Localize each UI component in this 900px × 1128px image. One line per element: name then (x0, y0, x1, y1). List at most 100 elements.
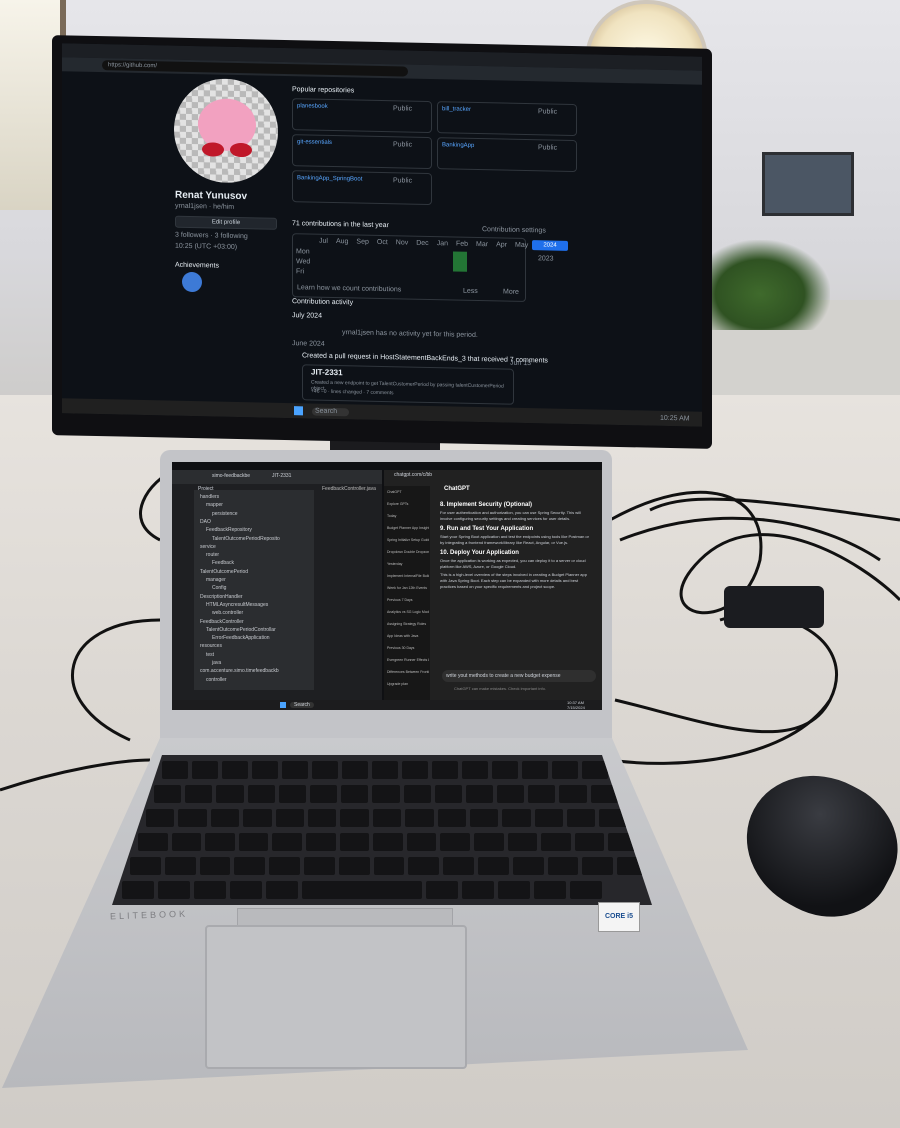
project-tree-item[interactable]: ErrorFeedbackApplication (212, 635, 270, 641)
chat-sidebar-item[interactable]: Previous 7 Days (387, 598, 429, 602)
keyboard-key[interactable] (502, 809, 531, 827)
keyboard-key[interactable] (194, 881, 226, 899)
project-tree-item[interactable]: controller (206, 677, 227, 683)
project-tree-item[interactable]: Config (212, 585, 226, 591)
ide-branch[interactable]: JIT-2331 (272, 473, 291, 479)
keyboard-key[interactable] (282, 761, 308, 779)
keyboard-key[interactable] (234, 857, 266, 875)
chat-url[interactable]: chatgpt.com/c/bb (394, 472, 432, 478)
keyboard-key[interactable] (154, 785, 182, 803)
project-tree-item[interactable]: FeedbackRepository (206, 527, 252, 533)
keyboard-key[interactable] (266, 881, 298, 899)
keyboard-key[interactable] (210, 809, 240, 827)
keyboard-key[interactable] (443, 857, 474, 875)
chat-sidebar-item[interactable]: Analytics vs SG Logic Models (387, 610, 429, 614)
keyboard-key[interactable] (534, 881, 566, 899)
keyboard-key[interactable] (534, 809, 564, 827)
editor-tab[interactable]: FeedbackController.java (322, 486, 376, 492)
keyboard-key[interactable] (138, 833, 168, 851)
keyboard-key[interactable] (312, 761, 338, 779)
project-tree[interactable]: handlers mapper persistence DAO FeedbackRepo… (194, 490, 314, 690)
keyboard-key[interactable] (278, 785, 306, 803)
keyboard-key[interactable] (192, 761, 218, 779)
keyboard-key[interactable] (185, 785, 213, 803)
chat-title[interactable]: ChatGPT (444, 486, 470, 492)
laptop-keyboard[interactable] (112, 755, 652, 905)
keyboard-key[interactable] (373, 857, 405, 875)
project-tree-item[interactable]: resources (200, 643, 222, 649)
keyboard-key[interactable] (437, 809, 466, 827)
keyboard-key[interactable] (272, 833, 302, 851)
chat-sidebar-item[interactable]: Previous 30 Days (387, 646, 429, 650)
keyboard-key[interactable] (302, 881, 422, 899)
windows-start-icon[interactable] (280, 702, 286, 708)
chat-sidebar-item[interactable]: Yesterday (387, 562, 429, 566)
chat-sidebar[interactable]: ChatGPT Explore GPTs Today Budget Planner A… (384, 486, 430, 700)
project-tree-item[interactable]: DescriptionHandler (200, 594, 243, 600)
keyboard-key[interactable] (199, 857, 231, 875)
keyboard-key[interactable] (341, 785, 369, 803)
keyboard-key[interactable] (498, 881, 530, 899)
trackpad[interactable] (205, 925, 467, 1069)
keyboard-key[interactable] (434, 785, 462, 803)
keyboard-key[interactable] (164, 857, 196, 875)
keyboard-key[interactable] (372, 809, 402, 827)
keyboard-key[interactable] (122, 881, 154, 899)
project-tree-item[interactable]: handlers (200, 494, 219, 500)
chat-sidebar-item[interactable]: Week for Jan 12th Events (387, 586, 429, 590)
chat-sidebar-item[interactable]: ChatGPT (387, 490, 429, 494)
keyboard-key[interactable] (269, 857, 300, 875)
keyboard-key[interactable] (340, 809, 369, 827)
keyboard-key[interactable] (162, 761, 188, 779)
keyboard-key[interactable] (582, 761, 608, 779)
keyboard-key[interactable] (342, 761, 368, 779)
keyboard-key[interactable] (307, 809, 337, 827)
keyboard-key[interactable] (402, 761, 428, 779)
keyboard-key[interactable] (440, 833, 470, 851)
project-tree-item[interactable]: manager (206, 577, 226, 583)
keyboard-key[interactable] (406, 833, 437, 851)
project-tree-item[interactable]: TalentOutcomePeriodControllar (206, 627, 276, 633)
keyboard-key[interactable] (432, 761, 458, 779)
project-tree-item[interactable]: mapper (206, 502, 223, 508)
chat-sidebar-item[interactable]: Evergreen Runner Effects List (387, 658, 429, 662)
chat-sidebar-item[interactable]: Differences Between Frontiers (387, 670, 429, 674)
keyboard-key[interactable] (528, 785, 556, 803)
keyboard-key[interactable] (373, 833, 403, 851)
project-tree-item[interactable]: service (200, 544, 216, 550)
keyboard-key[interactable] (473, 833, 504, 851)
project-tree-item[interactable]: Feedback (212, 560, 234, 566)
keyboard-key[interactable] (372, 761, 398, 779)
keyboard-key[interactable] (178, 809, 207, 827)
keyboard-key[interactable] (477, 857, 509, 875)
keyboard-key[interactable] (222, 761, 248, 779)
keyboard-key[interactable] (171, 833, 202, 851)
project-tree-item[interactable]: TalentOutcomePeriodReposito (212, 536, 280, 542)
keyboard-key[interactable] (559, 785, 587, 803)
keyboard-key[interactable] (338, 857, 370, 875)
chat-sidebar-item[interactable]: Assigning Strategy Roles (387, 622, 429, 626)
chat-sidebar-item[interactable]: Today (387, 514, 429, 518)
keyboard-key[interactable] (309, 785, 338, 803)
project-tree-item[interactable]: FeedbackController (200, 619, 244, 625)
chat-sidebar-item[interactable]: Upgrade plan (387, 682, 429, 686)
keyboard-key[interactable] (146, 809, 175, 827)
keyboard-key[interactable] (469, 809, 499, 827)
project-tree-item[interactable]: router (206, 552, 219, 558)
taskbar-search[interactable]: Search (290, 702, 314, 708)
chat-sidebar-item[interactable]: Explore GPTs (387, 502, 429, 506)
keyboard-key[interactable] (303, 857, 335, 875)
keyboard-key[interactable] (512, 857, 544, 875)
chat-sidebar-item[interactable]: Dropdown Double Dropzoning (387, 550, 429, 554)
keyboard-key[interactable] (408, 857, 440, 875)
project-tree-item[interactable]: web.controller (212, 610, 243, 616)
keyboard-key[interactable] (547, 857, 579, 875)
keyboard-key[interactable] (252, 761, 278, 779)
keyboard-key[interactable] (541, 833, 571, 851)
chat-sidebar-item[interactable]: App Ideas with Java (387, 634, 429, 638)
project-tree-item[interactable]: HTMLAsyncresultMessages (206, 602, 268, 608)
chat-input[interactable]: write yout methods to create a new budge… (442, 670, 596, 682)
project-tree-item[interactable]: TalentOutcomePeriod (200, 569, 248, 575)
keyboard-key[interactable] (465, 785, 494, 803)
keyboard-key[interactable] (243, 809, 272, 827)
